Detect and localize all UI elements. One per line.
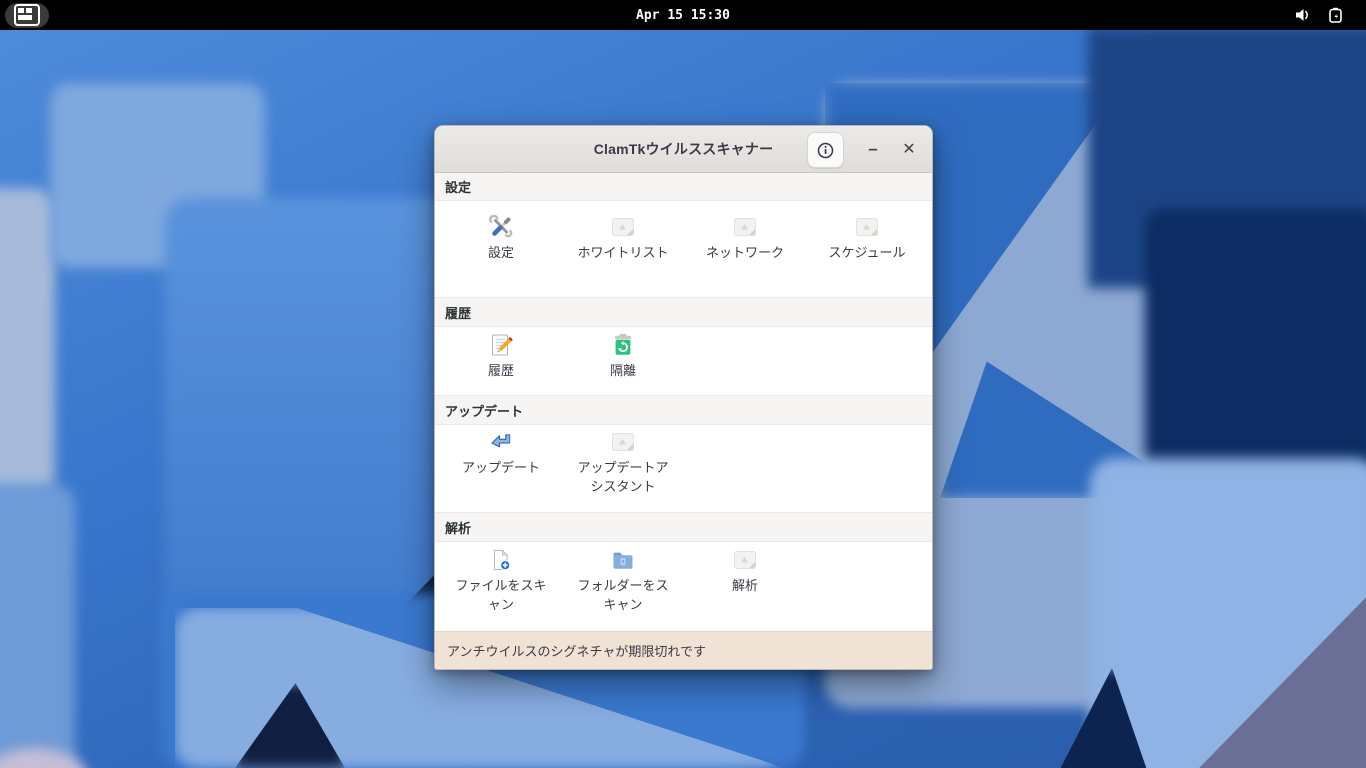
launcher-label: フォルダーをスキャン — [577, 578, 669, 612]
placeholder-icon — [734, 551, 756, 569]
launcher-label: 解析 — [731, 578, 758, 593]
system-status-area[interactable] — [1295, 7, 1344, 24]
window-title: ClamTkウイルススキャナー — [593, 141, 774, 157]
placeholder-icon — [734, 218, 756, 236]
minimize-button[interactable]: – — [858, 132, 888, 166]
section-content-history: 履歴 隔離 — [435, 327, 932, 395]
placeholder-icon — [612, 433, 634, 451]
launcher-label: 隔離 — [609, 363, 636, 378]
launcher-label: スケジュール — [828, 245, 906, 260]
top-bar: Apr 15 15:30 — [0, 0, 1366, 30]
info-button[interactable] — [807, 132, 844, 168]
launcher-item-whitelist[interactable]: ホワイトリスト — [562, 215, 684, 263]
status-bar: アンチウイルスのシグネチャが期限切れです — [435, 631, 932, 669]
clamtk-window: ClamTkウイルススキャナー – ✕ 設定 設定 ホワイトリスト ネットワーク… — [434, 125, 933, 670]
placeholder-icon — [612, 218, 634, 236]
wallpaper-shape — [0, 188, 55, 498]
section-content-analysis: ファイルをスキャン フォルダーをスキャン 解析 — [435, 542, 932, 631]
launcher-item-analysis[interactable]: 解析 — [684, 548, 806, 596]
section-header-settings: 設定 — [435, 173, 932, 201]
quarantine-trash-icon — [615, 334, 631, 355]
tools-icon — [489, 215, 513, 238]
launcher-item-schedule[interactable]: スケジュール — [806, 215, 928, 263]
launcher-item-scan-folder[interactable]: フォルダーをスキャン — [562, 548, 684, 615]
wallpaper-shape — [0, 748, 90, 768]
section-header-analysis: 解析 — [435, 512, 932, 542]
update-arrow-icon — [491, 434, 511, 448]
volume-icon[interactable] — [1295, 7, 1312, 23]
window-tiles-icon — [14, 4, 40, 26]
launcher-item-quarantine[interactable]: 隔離 — [562, 333, 684, 381]
activities-button[interactable] — [5, 2, 49, 28]
section-header-update: アップデート — [435, 395, 932, 425]
launcher-label: アップデートアシスタント — [577, 460, 669, 494]
scan-file-icon — [494, 549, 511, 571]
info-circle-icon — [817, 142, 834, 158]
launcher-label: 設定 — [487, 245, 514, 260]
launcher-label: ホワイトリスト — [577, 245, 669, 260]
section-content-update: アップデート アップデートアシスタント — [435, 425, 932, 512]
clock-label[interactable]: Apr 15 15:30 — [626, 4, 740, 27]
launcher-label: ファイルをスキャン — [455, 578, 547, 612]
battery-charging-icon[interactable] — [1328, 7, 1344, 24]
launcher-item-update[interactable]: アップデート — [440, 430, 562, 478]
close-button[interactable]: ✕ — [894, 132, 924, 166]
clock-menu: Apr 15 15:30 — [0, 0, 1366, 30]
wallpaper-shape — [0, 483, 75, 768]
window-titlebar[interactable]: ClamTkウイルススキャナー – ✕ — [435, 126, 932, 173]
launcher-label: ネットワーク — [705, 245, 784, 260]
launcher-item-scan-file[interactable]: ファイルをスキャン — [440, 548, 562, 615]
launcher-item-update-assistant[interactable]: アップデートアシスタント — [562, 430, 684, 497]
launcher-item-network[interactable]: ネットワーク — [684, 215, 806, 263]
launcher-label: アップデート — [461, 460, 540, 475]
desktop: Apr 15 15:30 ClamTkウイルススキャナー – ✕ 設定 設定 ホ… — [0, 0, 1366, 768]
section-content-settings: 設定 ホワイトリスト ネットワーク スケジュール — [435, 201, 932, 297]
launcher-label: 履歴 — [487, 363, 514, 378]
launcher-item-settings[interactable]: 設定 — [440, 215, 562, 263]
placeholder-icon — [856, 218, 878, 236]
pencil-document-icon — [492, 334, 513, 356]
section-header-history: 履歴 — [435, 297, 932, 327]
status-message: アンチウイルスのシグネチャが期限切れです — [447, 644, 706, 659]
launcher-item-history[interactable]: 履歴 — [440, 333, 562, 381]
scan-folder-icon — [613, 552, 633, 569]
